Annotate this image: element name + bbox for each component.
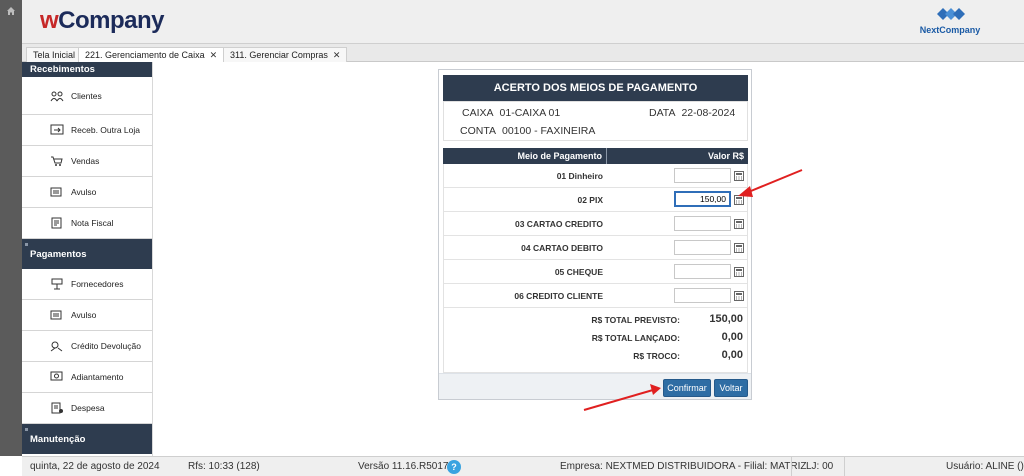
payment-row: 04 CARTAO DEBITO [444, 236, 747, 260]
payment-row: 06 CREDITO CLIENTE [444, 284, 747, 308]
clients-icon [50, 91, 64, 101]
sidebar-section-pagamentos[interactable]: Pagamentos [22, 239, 152, 269]
payment-row: 02 PIX [444, 188, 747, 212]
register-icon [50, 310, 62, 320]
conta-info: CONTA 00100 - FAXINEIRA [460, 125, 596, 137]
valor-cheque-input[interactable] [674, 264, 731, 279]
nextcompany-diamond-icon [937, 8, 965, 20]
data-info: DATA 22-08-2024 [649, 107, 736, 119]
sidebar-item-receb-outra-loja[interactable]: Receb. Outra Loja [22, 115, 152, 146]
card-footer: Confirmar Voltar [439, 373, 751, 399]
payment-row: 03 CARTAO CREDITO [444, 212, 747, 236]
total-lancado: R$ TOTAL LANÇADO: 0,00 [591, 331, 743, 343]
card-title: ACERTO DOS MEIOS DE PAGAMENTO [443, 75, 748, 101]
payment-grid-header: Meio de Pagamento Valor R$ [443, 148, 748, 164]
close-icon[interactable]: ✕ [333, 50, 341, 60]
payment-grid: 01 Dinheiro 02 PIX 03 CARTAO CREDITO 04 … [443, 164, 748, 373]
help-icon[interactable]: ? [447, 460, 461, 474]
tab-tela-inicial[interactable]: Tela Inicial [26, 47, 83, 62]
cart-icon [51, 156, 63, 166]
calculator-icon[interactable] [734, 195, 744, 205]
refund-icon [50, 341, 63, 352]
advance-icon [50, 371, 63, 381]
expense-icon [51, 402, 63, 414]
troco: R$ TROCO: 0,00 [633, 349, 743, 361]
valor-cartao-debito-input[interactable] [674, 240, 731, 255]
suppliers-icon [51, 278, 63, 290]
payment-settlement-card: ACERTO DOS MEIOS DE PAGAMENTO CAIXA 01-CA… [438, 69, 752, 400]
status-bar: quinta, 22 de agosto de 2024 Rfs: 10:33 … [22, 456, 1024, 476]
calculator-icon[interactable] [734, 291, 744, 301]
confirm-button[interactable]: Confirmar [663, 379, 711, 397]
close-icon[interactable]: ✕ [210, 50, 218, 60]
back-button[interactable]: Voltar [714, 379, 748, 397]
sidebar-item-clientes[interactable]: Clientes [22, 77, 152, 115]
status-datetime: quinta, 22 de agosto de 2024 [30, 461, 160, 472]
sidebar-item-despesa[interactable]: Despesa [22, 393, 152, 424]
app-header: wCompany NextCompany [22, 0, 1024, 44]
store-transfer-icon [50, 124, 64, 135]
valor-pix-input[interactable] [674, 191, 731, 207]
total-previsto: R$ TOTAL PREVISTO: 150,00 [591, 313, 743, 325]
wcompany-logo: wCompany [40, 7, 165, 34]
calculator-icon[interactable] [734, 267, 744, 277]
valor-credito-cliente-input[interactable] [674, 288, 731, 303]
status-empresa: Empresa: NEXTMED DISTRIBUIDORA - Filial:… [560, 461, 807, 472]
sidebar-item-vendas[interactable]: Vendas [22, 146, 152, 177]
register-icon [50, 187, 62, 197]
tab-gerenciar-compras[interactable]: 311. Gerenciar Compras ✕ [223, 47, 348, 62]
sidebar-section-recebimentos[interactable]: Recebimentos [22, 62, 152, 77]
home-icon[interactable] [6, 6, 16, 16]
sidebar-item-avulso-pag[interactable]: Avulso [22, 300, 152, 331]
cash-info-panel: CAIXA 01-CAIXA 01 DATA 22-08-2024 CONTA 001… [443, 101, 748, 141]
valor-dinheiro-input[interactable] [674, 168, 731, 183]
caixa-info: CAIXA 01-CAIXA 01 [462, 107, 561, 119]
sidebar-section-manutencao[interactable]: Manutenção [22, 424, 152, 454]
payment-row: 01 Dinheiro [444, 164, 747, 188]
calculator-icon[interactable] [734, 171, 744, 181]
tab-bar: Tela Inicial 221. Gerenciamento de Caixa… [22, 44, 1024, 62]
sidebar-item-nota-fiscal[interactable]: Nota Fiscal [22, 208, 152, 239]
sidebar-item-adiantamento[interactable]: Adiantamento [22, 362, 152, 393]
col-meio-pagamento: Meio de Pagamento [443, 148, 607, 164]
left-strip [0, 0, 22, 456]
nextcompany-logo: NextCompany [918, 4, 982, 40]
status-lj: LJ: 00 [806, 461, 834, 472]
tab-gerenciamento-caixa[interactable]: 221. Gerenciamento de Caixa ✕ [78, 47, 225, 62]
sidebar-item-credito-devolucao[interactable]: Crédito Devolução [22, 331, 152, 362]
status-version: Versão 11.16.R5017 [358, 461, 449, 472]
invoice-icon [51, 217, 62, 229]
sidebar: Recebimentos Clientes Receb. Outra Loja … [22, 62, 153, 456]
calculator-icon[interactable] [734, 243, 744, 253]
col-valor: Valor R$ [707, 151, 744, 161]
status-rfs: Rfs: 10:33 (128) [188, 461, 260, 472]
status-usuario: Usuário: ALINE () [946, 461, 1024, 472]
calculator-icon[interactable] [734, 219, 744, 229]
payment-row: 05 CHEQUE [444, 260, 747, 284]
sidebar-item-avulso-receb[interactable]: Avulso [22, 177, 152, 208]
sidebar-item-fornecedores[interactable]: Fornecedores [22, 269, 152, 300]
valor-cartao-credito-input[interactable] [674, 216, 731, 231]
